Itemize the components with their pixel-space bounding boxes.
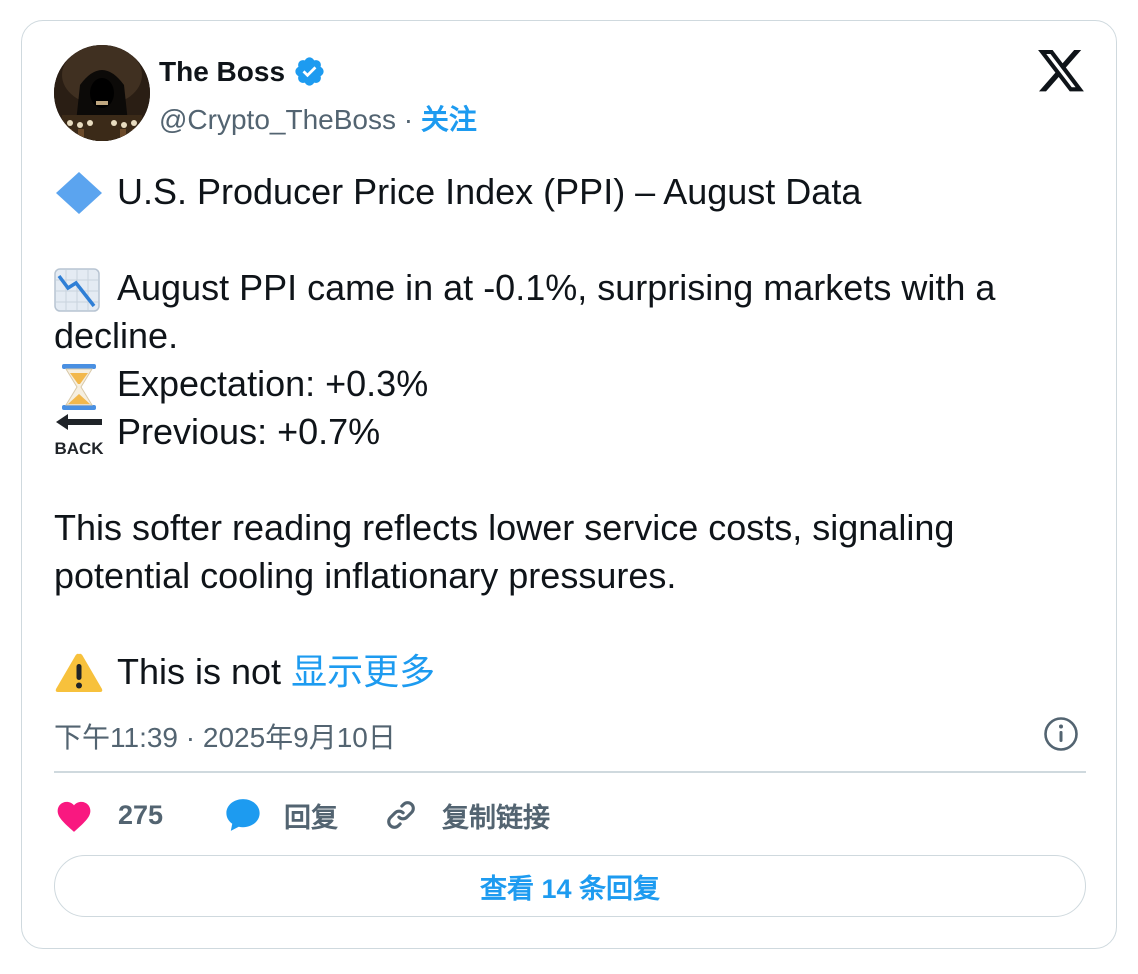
tweet-line-1-text: August PPI came in at -0.1%, surprising … (54, 267, 996, 356)
warning-text: This is not (117, 651, 292, 692)
tweet-timestamp[interactable]: 下午11:39 · 2025年9月10日 (54, 716, 396, 756)
likes-count: 275 (118, 799, 164, 830)
show-more-link[interactable]: 显示更多 (291, 651, 435, 692)
copy-link-label: 复制链接 (442, 802, 550, 833)
reply-button[interactable]: 回复 (224, 796, 384, 835)
diamond-icon (54, 168, 104, 216)
hourglass-icon (54, 360, 104, 410)
link-icon (384, 798, 418, 832)
back-emoji-text: BACK (54, 439, 104, 458)
expectation-text: Expectation: +0.3% (117, 363, 429, 404)
warning-icon (54, 648, 104, 696)
author-handle[interactable]: @Crypto_TheBoss (159, 104, 396, 135)
tweet-line-1: August PPI came in at -0.1%, surprising … (54, 264, 1094, 360)
back-arrow-icon: BACK (54, 408, 104, 458)
heart-icon (54, 797, 94, 833)
view-replies-button[interactable]: 查看 14 条回复 (54, 855, 1086, 917)
avatar[interactable] (54, 45, 150, 141)
previous-line: BACK Previous: +0.7% (54, 408, 1094, 458)
like-button[interactable]: 275 (54, 797, 224, 833)
expectation-line: Expectation: +0.3% (54, 360, 1094, 410)
reply-label: 回复 (284, 802, 338, 833)
tweet-title-line: U.S. Producer Price Index (PPI) – August… (54, 168, 1094, 216)
info-icon[interactable] (1043, 716, 1079, 752)
copy-link-button[interactable]: 复制链接 (384, 796, 550, 835)
reply-bubble-icon (224, 797, 262, 833)
author-name-row: The Boss (159, 55, 326, 88)
view-replies-label: 查看 14 条回复 (479, 873, 661, 904)
separator: · (395, 104, 421, 135)
author-name[interactable]: The Boss (159, 56, 285, 88)
divider (54, 771, 1086, 773)
tweet-paragraph: This softer reading reflects lower servi… (54, 507, 955, 596)
chart-down-icon (54, 264, 104, 312)
follow-button[interactable]: 关注 (421, 104, 477, 135)
tweet-body: U.S. Producer Price Index (PPI) – August… (54, 168, 1094, 696)
handle-row: @Crypto_TheBoss · 关注 (159, 98, 477, 138)
action-bar: 275 回复 复制链接 (54, 793, 550, 837)
tweet-title: U.S. Producer Price Index (PPI) – August… (117, 171, 862, 212)
verified-badge-icon (293, 55, 326, 88)
x-logo-icon[interactable] (1038, 50, 1084, 92)
warning-line: This is not 显示更多 (54, 648, 1094, 696)
previous-text: Previous: +0.7% (117, 411, 381, 452)
